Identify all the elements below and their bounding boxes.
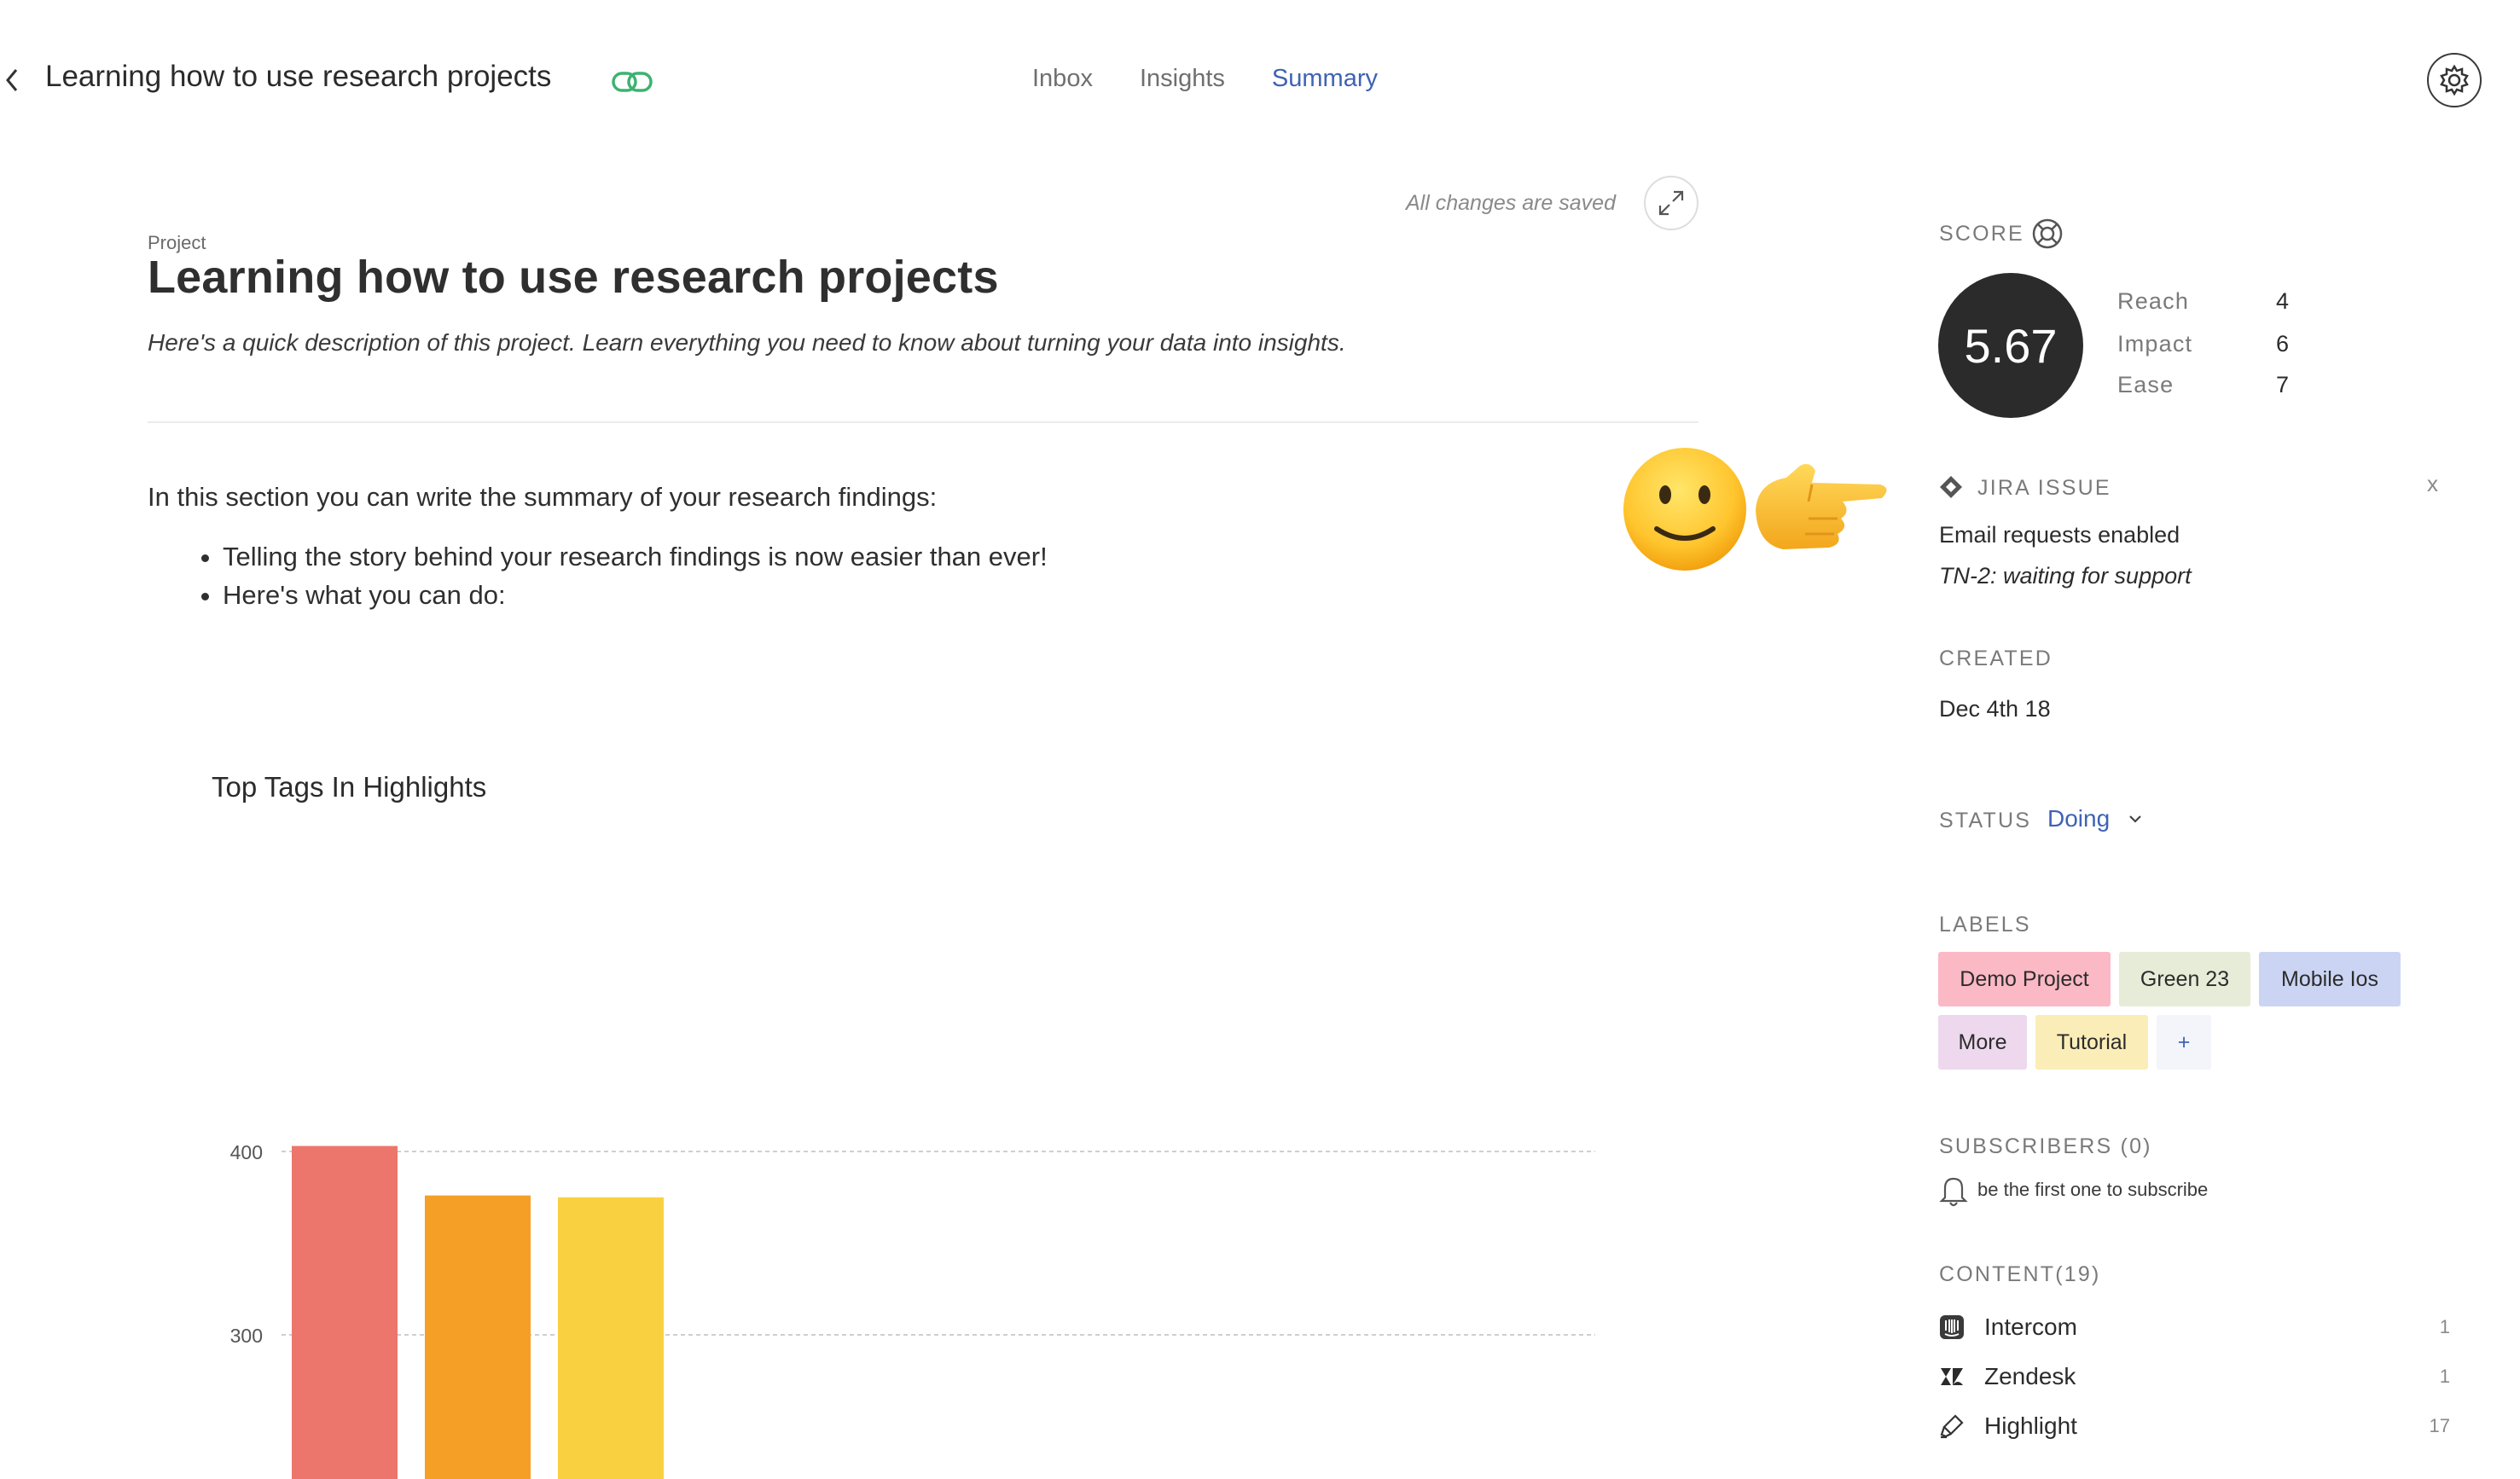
content-label: CONTENT(19) <box>1939 1262 2101 1286</box>
subscribers-label: SUBSCRIBERS (0) <box>1939 1134 2152 1158</box>
tab-summary[interactable]: Summary <box>1272 65 1378 93</box>
score-value: 5.67 <box>1938 273 2083 418</box>
subscribe-hint[interactable]: be the first one to subscribe <box>1977 1179 2208 1201</box>
label-chip-tutorial[interactable]: Tutorial <box>2035 1015 2148 1070</box>
y-tick-label: 300 <box>230 1325 263 1347</box>
header-title: Learning how to use research projects <box>45 60 552 93</box>
list-item[interactable]: Telling the story behind your research f… <box>223 541 1048 573</box>
back-button[interactable] <box>0 56 24 104</box>
chevron-left-icon <box>6 69 18 91</box>
save-status: All changes are saved <box>1406 191 1616 215</box>
view-tabs: Inbox Insights Summary <box>1032 65 1378 93</box>
chart-bar-3[interactable] <box>558 1197 664 1479</box>
jira-issue-title[interactable]: Email requests enabled <box>1939 522 2180 548</box>
metric-ease-value[interactable]: 7 <box>2276 372 2289 398</box>
divider <box>148 421 1698 423</box>
link-icon <box>612 72 653 92</box>
content-source-name: Highlight <box>1984 1412 2077 1439</box>
tab-insights[interactable]: Insights <box>1140 65 1225 93</box>
jira-icon <box>1940 476 1962 498</box>
labels-label: LABELS <box>1939 913 2031 937</box>
created-label: CREATED <box>1939 647 2053 670</box>
content-source-zendesk[interactable]: Zendesk 1 <box>1938 1358 2450 1395</box>
chart-bar-1[interactable] <box>292 1146 398 1479</box>
label-chip-demo-project[interactable]: Demo Project <box>1938 952 2111 1006</box>
list-item[interactable]: Here's what you can do: <box>223 579 1048 612</box>
gear-icon <box>2440 64 2469 96</box>
chart-bar-2[interactable] <box>425 1195 531 1479</box>
bell-icon[interactable] <box>1938 1174 1969 1208</box>
smiley-emoji-icon <box>1623 448 1746 571</box>
settings-button[interactable] <box>2427 53 2482 107</box>
metric-ease-label: Ease <box>2117 372 2175 397</box>
bar-chart: 300 400 <box>230 1141 1595 1479</box>
content-source-name: Zendesk <box>1984 1363 2076 1389</box>
pointing-hand-emoji-icon <box>1756 464 1887 549</box>
content-source-name: Intercom <box>1984 1314 2077 1340</box>
summary-bullet-list: Telling the story behind your research f… <box>149 541 1048 618</box>
project-description[interactable]: Here's a quick description of this proje… <box>148 329 1346 357</box>
expand-icon <box>1658 190 1684 216</box>
highlighter-icon <box>1940 1414 1964 1439</box>
lifebuoy-icon[interactable] <box>2030 217 2064 251</box>
expand-button[interactable] <box>1644 176 1698 230</box>
label-chip-mobile-ios[interactable]: Mobile Ios <box>2259 952 2401 1006</box>
zendesk-icon <box>1941 1368 1963 1385</box>
metric-impact-value[interactable]: 6 <box>2276 331 2289 357</box>
jira-unlink-button[interactable]: x <box>2427 471 2438 497</box>
metric-reach-value[interactable]: 4 <box>2276 288 2289 315</box>
chevron-down-icon <box>2129 815 2141 823</box>
jira-issue-status: TN-2: waiting for support <box>1939 563 2192 589</box>
score-label: SCORE <box>1939 222 2024 246</box>
intercom-icon <box>1940 1315 1964 1339</box>
add-label-button[interactable]: + <box>2157 1015 2211 1070</box>
status-value: Doing <box>2047 805 2111 832</box>
label-chip-more[interactable]: More <box>1938 1015 2027 1070</box>
jira-issue-label: JIRA ISSUE <box>1977 476 2111 500</box>
status-dropdown[interactable]: Doing <box>2047 805 2142 832</box>
content-source-intercom[interactable]: Intercom 1 <box>1938 1308 2450 1346</box>
created-date: Dec 4th 18 <box>1939 696 2051 722</box>
content-source-count: 1 <box>2439 1316 2450 1337</box>
summary-text[interactable]: In this section you can write the summar… <box>148 482 937 513</box>
y-tick-label: 400 <box>230 1141 263 1163</box>
chart-title: Top Tags In Highlights <box>212 771 487 803</box>
content-source-count: 17 <box>2429 1415 2450 1436</box>
tab-inbox[interactable]: Inbox <box>1032 65 1093 93</box>
metric-impact-label: Impact <box>2117 331 2193 357</box>
content-source-highlight[interactable]: Highlight 17 <box>1938 1407 2450 1445</box>
status-label: STATUS <box>1939 809 2032 832</box>
project-title[interactable]: Learning how to use research projects <box>148 251 999 304</box>
label-chip-green-23[interactable]: Green 23 <box>2119 952 2250 1006</box>
metric-reach-label: Reach <box>2117 288 2190 314</box>
copy-link-button[interactable] <box>611 65 653 99</box>
content-source-count: 1 <box>2439 1366 2450 1387</box>
